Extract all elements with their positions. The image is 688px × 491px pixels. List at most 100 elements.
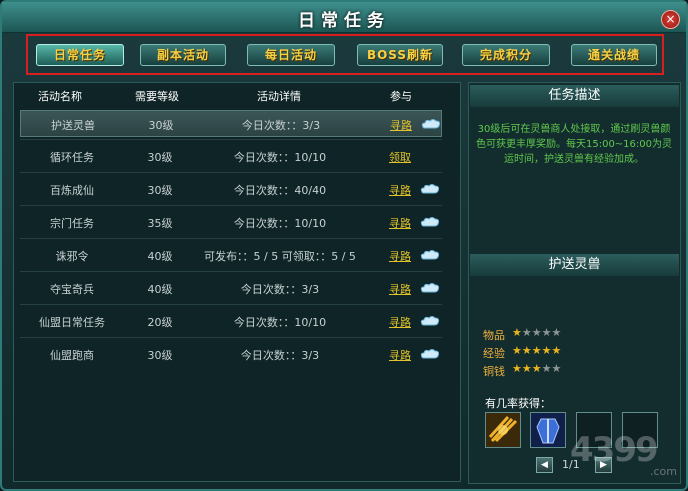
table-row[interactable]: 仙盟跑商 30级 今日次数：：3/3 寻路 bbox=[20, 341, 442, 368]
window-title: 日常任务 bbox=[298, 11, 390, 31]
task-details: 今日次数：：3/3 bbox=[240, 283, 320, 296]
task-details: 可发布：：5 / 5 可领取：：5 / 5 bbox=[204, 250, 356, 263]
loot-slot-2[interactable] bbox=[530, 412, 566, 448]
tab-daily-tasks[interactable]: 日常任务 bbox=[36, 44, 124, 66]
tab-instance-events[interactable]: 副本活动 bbox=[140, 44, 226, 66]
row-divider bbox=[20, 172, 442, 173]
pathfind-link[interactable]: 寻路 bbox=[389, 281, 411, 297]
task-name: 夺宝奇兵 bbox=[50, 283, 94, 296]
loot-slot-1[interactable] bbox=[485, 412, 521, 448]
tab-clear-records[interactable]: 通关战绩 bbox=[571, 44, 657, 66]
row-divider bbox=[20, 304, 442, 305]
table-row[interactable]: 夺宝奇兵 40级 今日次数：：3/3 寻路 bbox=[20, 275, 442, 302]
tab-boss-refresh[interactable]: BOSS刷新 bbox=[357, 44, 443, 66]
task-level: 30级 bbox=[147, 151, 173, 164]
teleport-cloud-icon[interactable] bbox=[421, 118, 441, 129]
selected-task-title: 护送灵兽 bbox=[470, 254, 679, 276]
star-rating: ★★★★★ bbox=[512, 344, 561, 357]
star-icon: ★ bbox=[531, 344, 542, 357]
task-details: 今日次数：：10/10 bbox=[233, 151, 327, 164]
task-name: 仙盟日常任务 bbox=[39, 316, 105, 329]
task-name: 循环任务 bbox=[50, 151, 94, 164]
tab-daily-events[interactable]: 每日活动 bbox=[247, 44, 335, 66]
task-name: 百炼成仙 bbox=[50, 184, 94, 197]
loot-label: 有几率获得： bbox=[485, 397, 551, 410]
task-name: 护送灵兽 bbox=[51, 119, 95, 132]
prev-page-icon[interactable]: ◀ bbox=[536, 457, 553, 473]
star-icon: ★ bbox=[512, 326, 522, 339]
watermark-domain: .com bbox=[650, 465, 677, 478]
header-activity-details: 活动详情 bbox=[257, 90, 301, 103]
table-row[interactable]: 诛邪令 40级 可发布：：5 / 5 可领取：：5 / 5 寻路 bbox=[20, 242, 442, 269]
task-level: 40级 bbox=[147, 283, 173, 296]
star-icon: ★ bbox=[521, 326, 532, 339]
pathfind-link[interactable]: 寻路 bbox=[389, 314, 411, 330]
star-icon: ★ bbox=[541, 326, 552, 339]
teleport-cloud-icon[interactable] bbox=[420, 348, 440, 359]
task-name: 仙盟跑商 bbox=[50, 349, 94, 362]
pathfind-link[interactable]: 寻路 bbox=[389, 182, 411, 198]
task-level: 35级 bbox=[147, 217, 173, 230]
close-icon[interactable]: × bbox=[661, 10, 680, 29]
tab-bar: 日常任务 副本活动 每日活动 BOSS刷新 完成积分 通关战绩 bbox=[26, 34, 664, 75]
star-rating: ★★★★★ bbox=[512, 362, 561, 375]
teleport-cloud-icon[interactable] bbox=[420, 183, 440, 194]
header-required-level: 需要等级 bbox=[135, 90, 179, 103]
armor-item-icon bbox=[531, 413, 565, 447]
task-details: 今日次数：：40/40 bbox=[233, 184, 327, 197]
pathfind-link[interactable]: 寻路 bbox=[389, 347, 411, 363]
row-divider bbox=[20, 139, 442, 140]
task-details: 今日次数：：10/10 bbox=[233, 316, 327, 329]
star-rating: ★★★★★ bbox=[512, 326, 561, 339]
star-icon: ★ bbox=[531, 326, 542, 339]
rating-label: 物品 bbox=[483, 329, 505, 342]
teleport-cloud-icon[interactable] bbox=[420, 315, 440, 326]
table-row[interactable]: 护送灵兽 30级 今日次数：：3/3 寻路 bbox=[20, 110, 442, 137]
watermark-logo: 4399 bbox=[570, 430, 659, 470]
title-bar[interactable]: 日常任务 × bbox=[2, 2, 686, 33]
weapon-item-icon bbox=[486, 413, 520, 447]
tab-completion-points[interactable]: 完成积分 bbox=[462, 44, 550, 66]
star-icon: ★ bbox=[551, 344, 562, 357]
task-details: 今日次数：：3/3 bbox=[240, 349, 320, 362]
pathfind-link[interactable]: 领取 bbox=[389, 149, 411, 165]
star-icon: ★ bbox=[541, 362, 552, 375]
task-level: 30级 bbox=[147, 349, 173, 362]
rating-label: 经验 bbox=[483, 347, 505, 360]
star-icon: ★ bbox=[551, 362, 562, 375]
star-icon: ★ bbox=[531, 362, 542, 375]
teleport-cloud-icon[interactable] bbox=[420, 249, 440, 260]
daily-task-window: 日常任务 × 日常任务 副本活动 每日活动 BOSS刷新 完成积分 通关战绩 活… bbox=[0, 0, 688, 491]
star-icon: ★ bbox=[541, 344, 552, 357]
pathfind-link[interactable]: 寻路 bbox=[389, 248, 411, 264]
pathfind-link[interactable]: 寻路 bbox=[389, 215, 411, 231]
teleport-cloud-icon[interactable] bbox=[420, 216, 440, 227]
star-icon: ★ bbox=[512, 362, 522, 375]
table-row[interactable]: 宗门任务 35级 今日次数：：10/10 寻路 bbox=[20, 209, 442, 236]
task-level: 40级 bbox=[147, 250, 173, 263]
table-row[interactable]: 仙盟日常任务 20级 今日次数：：10/10 寻路 bbox=[20, 308, 442, 335]
row-divider bbox=[20, 205, 442, 206]
task-details: 今日次数：：10/10 bbox=[233, 217, 327, 230]
pathfind-link[interactable]: 寻路 bbox=[390, 117, 412, 133]
task-level: 20级 bbox=[147, 316, 173, 329]
teleport-cloud-icon[interactable] bbox=[420, 282, 440, 293]
task-level: 30级 bbox=[148, 119, 174, 132]
row-divider bbox=[20, 337, 442, 338]
star-icon: ★ bbox=[521, 344, 532, 357]
table-row[interactable]: 循环任务 30级 今日次数：：10/10 领取 bbox=[20, 143, 442, 170]
header-participate: 参与 bbox=[390, 90, 412, 103]
task-description: 30级后可在灵兽商人处接取，通过刷灵兽颜色可获更丰厚奖励。每天15:00~16:… bbox=[475, 124, 672, 165]
row-divider bbox=[20, 238, 442, 239]
task-name: 宗门任务 bbox=[50, 217, 94, 230]
star-icon: ★ bbox=[512, 344, 522, 357]
table-row[interactable]: 百炼成仙 30级 今日次数：：40/40 寻路 bbox=[20, 176, 442, 203]
row-divider bbox=[20, 271, 442, 272]
description-title: 任务描述 bbox=[470, 85, 679, 107]
star-icon: ★ bbox=[521, 362, 532, 375]
task-details: 今日次数：：3/3 bbox=[241, 119, 321, 132]
header-activity-name: 活动名称 bbox=[38, 90, 82, 103]
rating-label: 铜钱 bbox=[483, 365, 505, 378]
task-level: 30级 bbox=[147, 184, 173, 197]
task-name: 诛邪令 bbox=[55, 250, 89, 263]
